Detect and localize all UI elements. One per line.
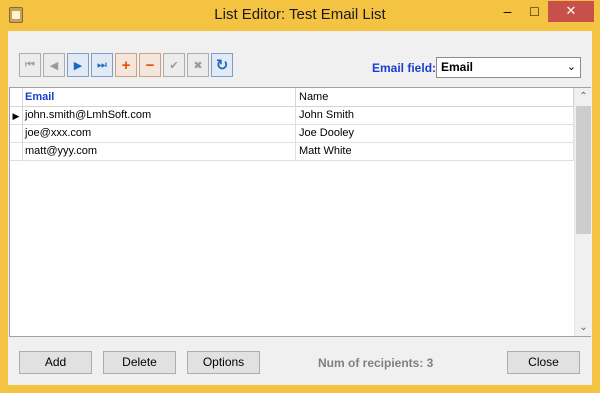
check-icon: ✔ [169,59,179,72]
refresh-icon: ↻ [215,57,229,74]
recipients-count: Num of recipients: 3 [318,356,434,370]
close-button[interactable]: Close [507,351,580,374]
delete-button[interactable]: Delete [103,351,176,374]
scroll-down-icon[interactable]: ⌄ [575,319,592,336]
next-icon: ▶ [73,59,83,72]
delete-record-button[interactable]: − [139,53,161,77]
options-button[interactable]: Options [187,351,260,374]
header-indicator [10,88,23,107]
cancel-edit-button[interactable]: ✖ [187,53,209,77]
last-icon: ⏭ [97,58,107,71]
column-header-name[interactable]: Name [296,88,574,107]
current-row-icon: ▶ [10,107,23,125]
plus-icon: + [121,56,131,74]
vertical-scrollbar[interactable]: ⌃ ⌄ [574,88,591,336]
cell-name[interactable]: Joe Dooley [296,125,574,143]
refresh-button[interactable]: ↻ [211,53,233,77]
grid-header: Email Name [10,88,574,107]
cell-name[interactable]: Matt White [296,143,574,161]
cell-name[interactable]: John Smith [296,107,574,125]
client-area: ⏮ ◀ ▶ ⏭ + − ✔ ✖ ↻ Email field: Email ⌄ E… [8,31,592,385]
row-indicator [10,143,23,161]
minimize-button[interactable]: – [494,1,521,22]
insert-record-button[interactable]: + [115,53,137,77]
table-row[interactable]: ▶ john.smith@LmhSoft.com John Smith [10,107,574,125]
scroll-up-icon[interactable]: ⌃ [575,88,592,105]
table-row[interactable]: joe@xxx.com Joe Dooley [10,125,574,143]
row-indicator [10,125,23,143]
prior-record-button[interactable]: ◀ [43,53,65,77]
email-field-label: Email field: [372,61,437,75]
cell-email[interactable]: joe@xxx.com [23,125,296,143]
chevron-down-icon: ⌄ [566,61,576,73]
post-edit-button[interactable]: ✔ [163,53,185,77]
recipients-grid[interactable]: Email Name ▶ john.smith@LmhSoft.com John… [9,87,591,337]
add-button[interactable]: Add [19,351,92,374]
list-editor-window: List Editor: Test Email List – □ ✕ ⏮ ◀ ▶… [0,0,600,393]
prior-icon: ◀ [49,59,59,72]
email-field-value: Email [441,60,474,74]
table-row[interactable]: matt@yyy.com Matt White [10,143,574,161]
column-header-email[interactable]: Email [23,88,296,107]
email-field-select[interactable]: Email ⌄ [436,57,581,78]
first-record-button[interactable]: ⏮ [19,53,41,77]
cell-email[interactable]: john.smith@LmhSoft.com [23,107,296,125]
minus-icon: − [145,56,155,74]
title-bar[interactable]: List Editor: Test Email List – □ ✕ [0,0,600,30]
navigator-toolbar: ⏮ ◀ ▶ ⏭ + − ✔ ✖ ↻ [19,53,233,77]
next-record-button[interactable]: ▶ [67,53,89,77]
close-window-button[interactable]: ✕ [548,1,594,22]
first-icon: ⏮ [25,58,35,71]
scrollbar-thumb[interactable] [576,106,591,234]
last-record-button[interactable]: ⏭ [91,53,113,77]
cell-email[interactable]: matt@yyy.com [23,143,296,161]
cancel-icon: ✖ [193,59,203,72]
maximize-button[interactable]: □ [521,1,548,22]
